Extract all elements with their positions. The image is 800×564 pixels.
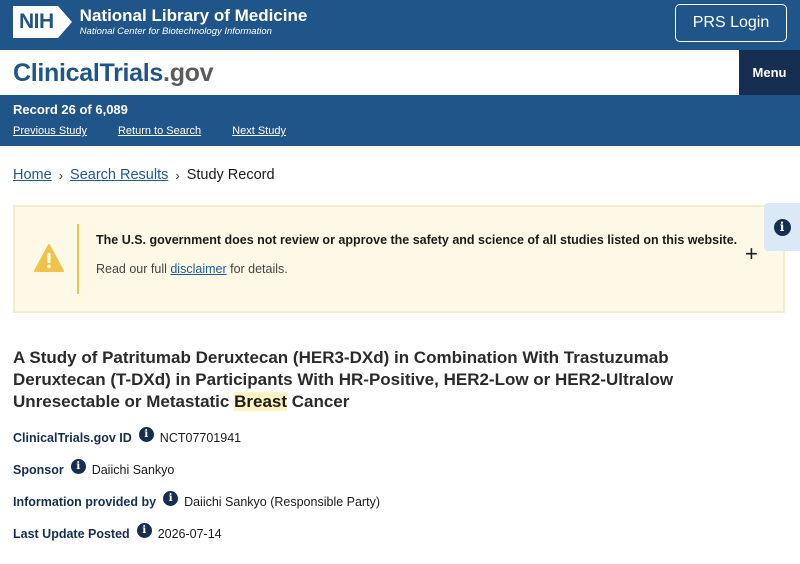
record-nav-links: Previous Study Return to Search Next Stu… — [13, 125, 317, 137]
information-provided-label: Information provided by — [13, 494, 157, 509]
nih-header: NIH National Library of Medicine Nationa… — [0, 0, 800, 50]
disclaimer-alert: The U.S. government does not review or a… — [13, 205, 785, 313]
alert-divider — [77, 224, 79, 294]
breadcrumb-separator: › — [58, 167, 64, 183]
last-update-label: Last Update Posted — [13, 526, 130, 541]
disclaimer-detail-suffix: for details. — [226, 262, 288, 276]
return-to-search-link[interactable]: Return to Search — [118, 125, 201, 137]
prs-login-button[interactable]: PRS Login — [675, 4, 787, 42]
info-icon[interactable]: i — [163, 491, 179, 506]
study-title-end: Cancer — [287, 392, 350, 411]
info-icon[interactable]: i — [70, 459, 86, 474]
study-id-label: ClinicalTrials.gov ID — [13, 430, 132, 445]
nih-logo-mark: NIH — [13, 6, 72, 38]
record-nav: Record 26 of 6,089 Previous Study Return… — [0, 95, 800, 146]
expand-plus-icon[interactable]: + — [745, 243, 758, 265]
disclaimer-detail-prefix: Read our full — [96, 262, 171, 276]
study-id-value: NCT07701941 — [159, 430, 242, 445]
nih-title: National Library of Medicine — [79, 6, 308, 25]
nih-logo[interactable]: NIH National Library of Medicine Nationa… — [13, 6, 307, 38]
warning-icon — [34, 244, 64, 272]
info-icon[interactable]: i — [138, 427, 154, 442]
breadcrumb-separator: › — [175, 167, 180, 183]
breadcrumb: Home › Search Results › Study Record — [13, 167, 275, 183]
site-logo[interactable]: ClinicalTrials.gov — [13, 59, 214, 88]
previous-study-link[interactable]: Previous Study — [13, 125, 87, 137]
last-update-row: Last Update Posted i 2026-07-14 — [13, 523, 222, 541]
info-icon: i — [773, 218, 791, 236]
breadcrumb-search-results[interactable]: Search Results — [70, 167, 168, 183]
study-id-row: ClinicalTrials.gov ID i NCT07701941 — [13, 427, 242, 445]
last-update-value: 2026-07-14 — [157, 526, 222, 541]
search-term-highlight: Breast — [234, 392, 288, 411]
disclaimer-link[interactable]: disclaimer — [170, 262, 226, 276]
breadcrumb-current: Study Record — [186, 167, 275, 183]
sponsor-label: Sponsor — [13, 462, 64, 477]
nih-subtitle: National Center for Biotechnology Inform… — [79, 26, 272, 37]
info-side-tab[interactable]: i — [764, 203, 800, 251]
sponsor-value: Daiichi Sankyo — [91, 462, 175, 477]
nih-logo-arrow — [57, 6, 72, 38]
information-provided-row: Information provided by i Daiichi Sankyo… — [13, 491, 380, 509]
nih-logo-wordmark: National Library of Medicine National Ce… — [80, 6, 308, 38]
info-icon[interactable]: i — [136, 523, 152, 538]
site-logo-suffix: .gov — [163, 59, 214, 87]
record-count: Record 26 of 6,089 — [13, 102, 128, 117]
site-header: ClinicalTrials.gov Menu — [0, 50, 800, 95]
breadcrumb-home[interactable]: Home — [13, 167, 52, 183]
sponsor-row: Sponsor i Daiichi Sankyo — [13, 459, 175, 477]
menu-button[interactable]: Menu — [739, 50, 800, 95]
next-study-link[interactable]: Next Study — [232, 125, 286, 137]
disclaimer-detail: Read our full disclaimer for details. — [96, 262, 288, 276]
nih-logo-text: NIH — [13, 6, 58, 38]
information-provided-value: Daiichi Sankyo (Responsible Party) — [184, 494, 380, 509]
site-logo-main: ClinicalTrials — [13, 59, 164, 87]
disclaimer-headline: The U.S. government does not review or a… — [96, 233, 738, 247]
study-title: A Study of Patritumab Deruxtecan (HER3-D… — [13, 347, 753, 413]
